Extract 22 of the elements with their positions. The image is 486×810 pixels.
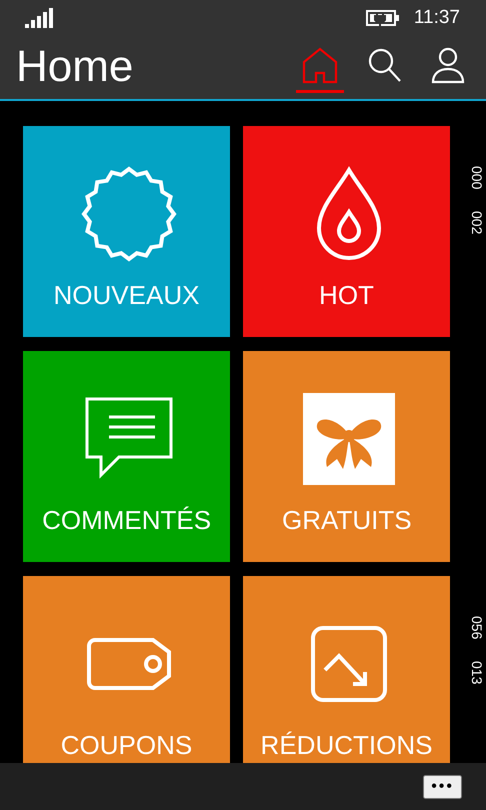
signal-icon [25, 8, 53, 28]
tile-label: COMMENTÉS [41, 505, 212, 535]
tile-label: RÉDUCTIONS [260, 730, 434, 760]
tile-label: NOUVEAUX [52, 280, 200, 310]
page-title: Home [16, 45, 134, 89]
category-tile[interactable]: HOT [243, 126, 450, 337]
tile-label: GRATUITS [281, 505, 413, 535]
tile-label: COUPONS [60, 730, 194, 760]
count-label: 056 [468, 616, 486, 640]
category-tile[interactable]: NOUVEAUX [23, 126, 230, 337]
category-tile[interactable]: GRATUITS [243, 351, 450, 562]
tile-label: HOT [318, 280, 375, 310]
category-tile[interactable]: COUPONS [23, 576, 230, 763]
battery-charging-icon [366, 8, 400, 26]
count-label: 013 [468, 661, 486, 685]
more-button[interactable]: ••• [423, 774, 462, 798]
status-time: 11:37 [414, 6, 460, 28]
category-tile[interactable]: RÉDUCTIONS [243, 576, 450, 763]
count-label: 000 [468, 166, 486, 190]
badge-icon [79, 164, 179, 264]
count-label: 002 [468, 211, 486, 235]
category-tile[interactable]: COMMENTÉS [23, 351, 230, 562]
